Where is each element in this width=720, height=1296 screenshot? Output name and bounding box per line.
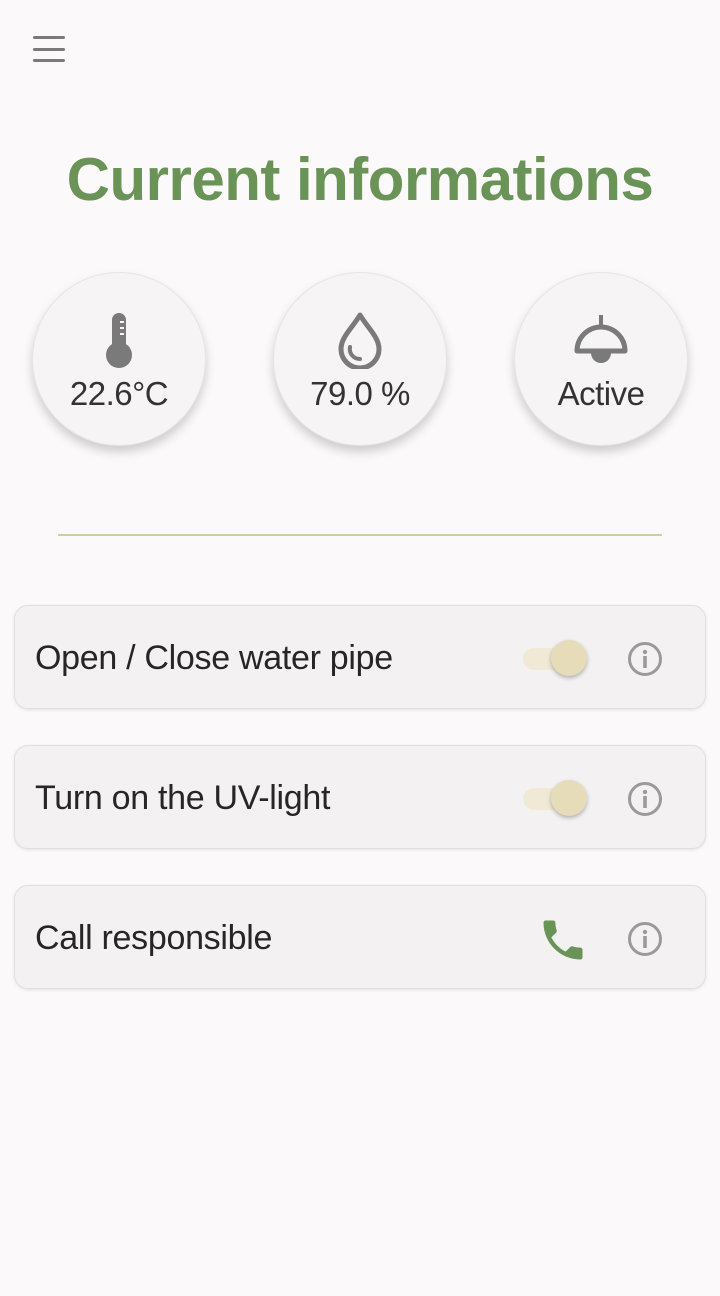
info-icon[interactable] bbox=[627, 641, 663, 677]
light-card: Active bbox=[514, 272, 688, 446]
section-divider bbox=[58, 534, 662, 536]
phone-icon[interactable] bbox=[537, 914, 589, 966]
control-label: Call responsible bbox=[35, 919, 273, 957]
humidity-value: 79.0 % bbox=[310, 375, 410, 412]
humidity-card: 79.0 % bbox=[273, 272, 447, 446]
info-icon[interactable] bbox=[627, 921, 663, 957]
control-uv-light: Turn on the UV-light bbox=[14, 745, 706, 849]
menu-button[interactable] bbox=[30, 36, 68, 62]
controls-list: Open / Close water pipe Turn on the UV-l… bbox=[14, 605, 706, 1025]
hamburger-menu-icon-line bbox=[33, 47, 65, 51]
stats-row: 22.6°C 79.0 % Active bbox=[0, 272, 720, 452]
hamburger-menu-icon bbox=[33, 36, 65, 39]
toggle-thumb bbox=[551, 780, 587, 816]
toggle-thumb bbox=[551, 640, 587, 676]
temperature-card: 22.6°C bbox=[32, 272, 206, 446]
temperature-value: 22.6°C bbox=[69, 375, 169, 412]
thermometer-icon bbox=[102, 311, 136, 369]
ceiling-lamp-icon bbox=[571, 311, 631, 369]
control-label: Turn on the UV-light bbox=[35, 779, 331, 817]
control-label: Open / Close water pipe bbox=[35, 639, 393, 677]
water-drop-icon bbox=[335, 311, 385, 369]
control-water-pipe: Open / Close water pipe bbox=[14, 605, 706, 709]
info-icon[interactable] bbox=[627, 781, 663, 817]
control-call-responsible: Call responsible bbox=[14, 885, 706, 989]
water-pipe-toggle[interactable] bbox=[523, 640, 593, 676]
hamburger-menu-icon-line bbox=[33, 59, 65, 62]
light-status-value: Active bbox=[557, 375, 645, 412]
uv-light-toggle[interactable] bbox=[523, 780, 593, 816]
page-title: Current informations bbox=[66, 146, 654, 213]
